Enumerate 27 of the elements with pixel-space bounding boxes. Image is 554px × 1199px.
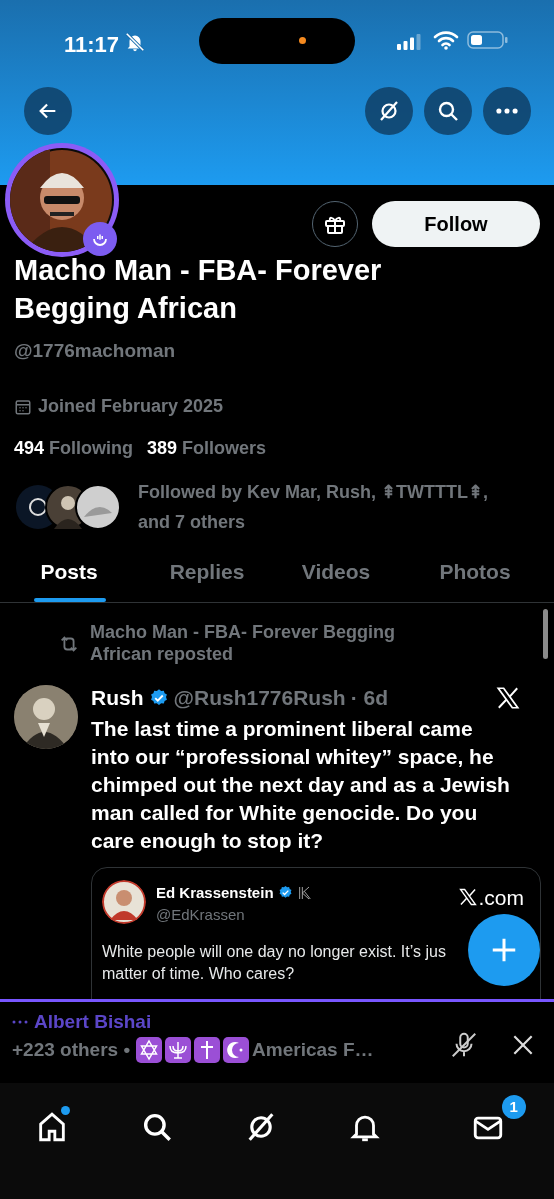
status-time: 11:17 (64, 31, 120, 59)
profile-tab[interactable]: Photos (396, 542, 554, 602)
quoted-text: White people will one day no longer exist. It’s jus (102, 941, 446, 962)
nav-mail-button[interactable]: 1 (461, 1095, 526, 1151)
post-time: · 6d (350, 684, 389, 711)
profile-handle: @1776machoman (14, 339, 177, 363)
quoted-author-name: Ed Krassenstein (156, 882, 274, 903)
space-host-name: Albert Bishai (34, 1009, 152, 1034)
repost-label: Macho Man - FBA- Forever Begging African reposted (90, 620, 396, 665)
author-handle[interactable]: @Rush1776Rush (173, 681, 346, 714)
space-listeners: +223 others • (12, 1037, 131, 1062)
space-title: Americas F… (252, 1037, 374, 1062)
link-source: .com (478, 884, 524, 911)
followers-link[interactable]: 389 Followers (147, 435, 267, 462)
followed-by-text: Followed by Kev Mar, Rush, ⇞TWTTTL⇞, and 7 others (138, 480, 489, 534)
profile-name: Macho Man - FBA- Forever Begging African (14, 253, 383, 326)
author-name[interactable]: Rush (91, 681, 144, 714)
following-link[interactable]: 494 Following (14, 435, 134, 462)
follow-button[interactable]: Follow (372, 201, 540, 247)
quoted-text: matter of time. Who cares? (102, 963, 295, 984)
profile-tab[interactable]: Posts (0, 542, 138, 602)
profile-tab[interactable]: Replies (138, 542, 276, 602)
notification-badge: 1 (501, 1095, 526, 1119)
post-text: The last time a prominent liberal came into our “professional whitey” space, he chimped out the next day and as a Jewish man called for White genocide. Do you care enough to stop it? (91, 715, 511, 854)
joined-date: Joined February 2025 (38, 395, 224, 418)
profile-tab[interactable]: Videos (276, 542, 396, 602)
quoted-author-handle: @EdKrassen (156, 905, 246, 925)
